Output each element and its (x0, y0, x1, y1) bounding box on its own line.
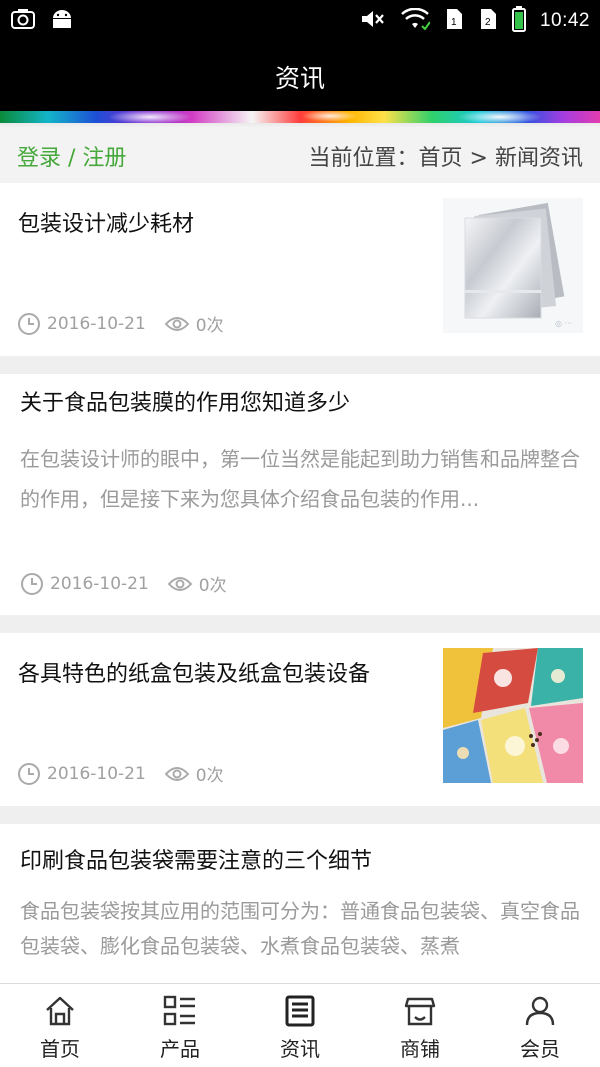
nav-products[interactable]: 产品 (120, 984, 240, 1067)
breadcrumb-home-link[interactable]: 首页 (419, 146, 463, 171)
article-meta: 2016-10-21 0次 (20, 571, 227, 596)
breadcrumb-arrow: > (462, 145, 495, 171)
nav-home-label: 首页 (40, 1037, 80, 1061)
eye-icon (164, 316, 190, 331)
user-icon (523, 994, 557, 1028)
article-meta: 2016-10-21 0次 (17, 311, 224, 336)
clock-icon (18, 312, 40, 335)
breadcrumb: 当前位置：首页 > 新闻资讯 (309, 140, 583, 172)
location-label: 当前位置： (308, 145, 419, 171)
article-title[interactable]: 包装设计减少耗材 (18, 209, 418, 240)
decorative-banner (0, 111, 600, 128)
article-card[interactable]: 包装设计减少耗材 2016-10-21 0次 ◎ ··· (0, 183, 600, 356)
header: 资讯 (0, 42, 600, 111)
article-card[interactable]: 关于食品包装膜的作用您知道多少 在包装设计师的眼中，第一位当然是能起到助力销售和… (0, 374, 600, 615)
nav-shop[interactable]: 商铺 (360, 984, 480, 1067)
login-separator: / (61, 145, 83, 171)
eye-icon (164, 766, 190, 781)
breadcrumb-bar: 登录 / 注册 当前位置：首页 > 新闻资讯 (0, 128, 600, 183)
article-views: 0次 (195, 766, 224, 786)
home-icon (43, 994, 77, 1028)
screenshot-icon (10, 8, 36, 34)
wifi-icon (400, 7, 431, 34)
clock-icon (21, 572, 43, 595)
nav-shop-label: 商铺 (400, 1037, 440, 1061)
sim2-icon: 2 (478, 7, 498, 35)
svg-text:◎ ···: ◎ ··· (555, 319, 572, 328)
bottom-nav: 首页 产品 资讯 商铺 会员 (0, 983, 600, 1067)
article-list: 包装设计减少耗材 2016-10-21 0次 ◎ ··· 关于食品包装膜的作用您… (0, 183, 600, 1022)
shop-icon (403, 994, 437, 1028)
clock-icon (18, 762, 40, 785)
article-card[interactable]: 各具特色的纸盒包装及纸盒包装设备 2016-10-21 0次 (0, 633, 600, 806)
eye-icon (167, 576, 193, 591)
page-title: 资讯 (274, 63, 325, 93)
article-title[interactable]: 各具特色的纸盒包装及纸盒包装设备 (18, 659, 408, 690)
nav-home[interactable]: 首页 (0, 984, 120, 1067)
app-screen: 1 2 10:42 资讯 登录 / 注册 当前位置：首页 > 新闻资讯 包装设计… (0, 0, 600, 1067)
battery-icon (511, 6, 526, 36)
android-icon (50, 8, 74, 34)
article-title[interactable]: 印刷食品包装袋需要注意的三个细节 (20, 846, 580, 877)
nav-news[interactable]: 资讯 (240, 984, 360, 1067)
breadcrumb-current: 新闻资讯 (494, 145, 583, 171)
mute-icon (360, 8, 386, 34)
nav-member-label: 会员 (520, 1037, 560, 1061)
news-icon (283, 994, 317, 1028)
nav-news-label: 资讯 (280, 1037, 320, 1061)
article-meta: 2016-10-21 0次 (17, 761, 224, 786)
article-views: 0次 (198, 576, 227, 596)
svg-text:2: 2 (485, 17, 491, 28)
article-thumbnail[interactable] (443, 648, 583, 783)
sim1-icon: 1 (444, 7, 464, 35)
article-title[interactable]: 关于食品包装膜的作用您知道多少 (20, 388, 580, 419)
article-date: 2016-10-21 (50, 573, 149, 594)
status-time: 10:42 (539, 10, 590, 31)
login-link[interactable]: 登录 (17, 146, 61, 171)
status-bar: 1 2 10:42 (0, 0, 600, 42)
register-link[interactable]: 注册 (82, 146, 126, 171)
article-card[interactable]: 印刷食品包装袋需要注意的三个细节 食品包装袋按其应用的范围可分为：普通食品包装袋… (0, 824, 600, 1004)
article-description: 在包装设计师的眼中，第一位当然是能起到助力销售和品牌整合的作用，但是接下来为您具… (20, 447, 580, 511)
svg-text:1: 1 (451, 17, 457, 28)
article-date: 2016-10-21 (47, 763, 146, 784)
nav-member[interactable]: 会员 (480, 984, 600, 1067)
article-views: 0次 (195, 316, 224, 336)
article-date: 2016-10-21 (47, 313, 146, 334)
article-thumbnail[interactable]: ◎ ··· (443, 198, 583, 333)
grid-list-icon (163, 994, 197, 1028)
nav-products-label: 产品 (160, 1037, 200, 1061)
